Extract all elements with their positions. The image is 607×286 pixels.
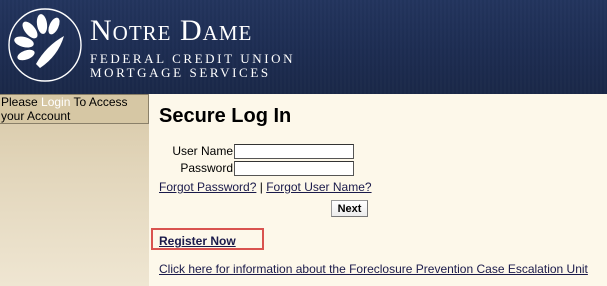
password-label: Password (180, 161, 233, 175)
forgot-links: Forgot Password? | Forgot User Name? (159, 180, 372, 194)
brand-subtitle-line1: FEDERAL CREDIT UNION (90, 51, 296, 66)
username-label: User Name (172, 144, 233, 158)
login-prompt-before: Please (1, 95, 42, 109)
foreclosure-info-link[interactable]: Click here for information about the For… (159, 262, 588, 276)
next-button[interactable]: Next (331, 200, 368, 217)
sidebar-login-link[interactable]: Login (41, 95, 70, 109)
brand-name: Notre Dame (90, 14, 253, 47)
register-now-link[interactable]: Register Now (159, 234, 236, 248)
sidebar: Please Login To Access your Account (0, 94, 149, 286)
forgot-username-link[interactable]: Forgot User Name? (266, 180, 371, 194)
page: Notre Dame FEDERAL CREDIT UNION MORTGAGE… (0, 0, 607, 286)
forgot-separator: | (256, 180, 267, 194)
login-prompt-box: Please Login To Access your Account (0, 94, 149, 124)
page-title: Secure Log In (159, 105, 292, 127)
site-header: Notre Dame FEDERAL CREDIT UNION MORTGAGE… (0, 0, 607, 94)
brand-subtitle-line2: MORTGAGE SERVICES (90, 65, 271, 80)
forgot-password-link[interactable]: Forgot Password? (159, 180, 256, 194)
username-input[interactable] (234, 144, 354, 159)
password-input[interactable] (234, 161, 354, 176)
flower-logo-icon (8, 8, 82, 82)
main-content: Secure Log In User Name Password Forgot … (149, 94, 607, 286)
